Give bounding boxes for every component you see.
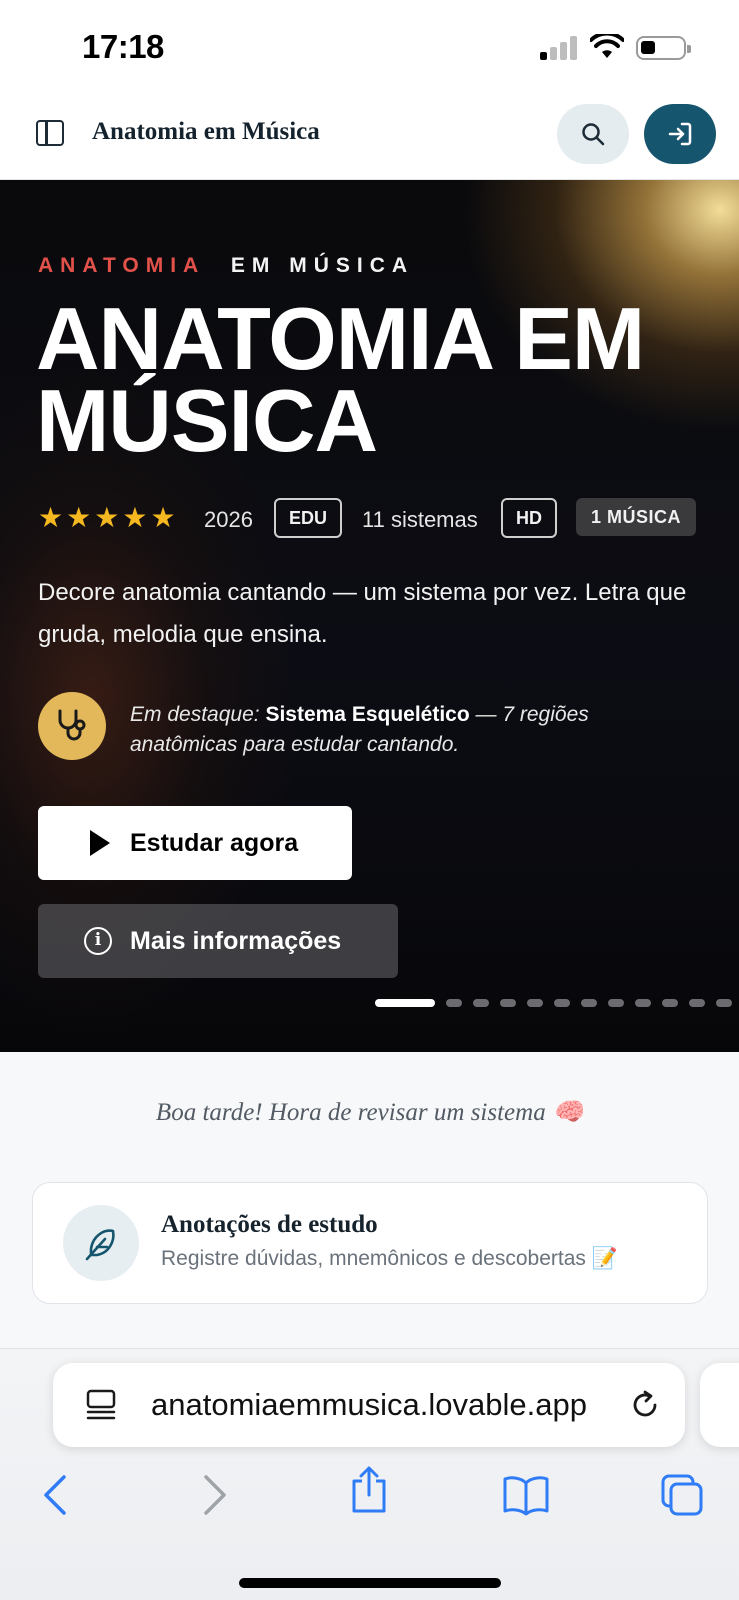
browser-chrome: anatomiaemmusica.lovable.app [0, 1348, 739, 1600]
study-now-button[interactable]: Estudar agora [38, 806, 352, 880]
page-menu-icon[interactable] [85, 1389, 117, 1421]
carousel-dot[interactable] [527, 999, 543, 1007]
eyebrow-highlight: ANATOMIA [38, 254, 206, 277]
stethoscope-icon [38, 692, 106, 760]
share-icon[interactable] [348, 1465, 390, 1515]
music-count-badge: 1 MÚSICA [576, 498, 696, 536]
status-time: 17:18 [82, 28, 164, 65]
wifi-icon [590, 34, 624, 58]
info-icon: i [84, 927, 112, 955]
carousel-dot[interactable] [473, 999, 489, 1007]
feather-icon [63, 1205, 139, 1281]
study-notes-card[interactable]: Anotações de estudo Registre dúvidas, mn… [32, 1182, 708, 1304]
status-bar: 17:18 [0, 0, 739, 96]
study-now-label: Estudar agora [130, 829, 299, 857]
play-icon [90, 830, 110, 856]
forward-icon[interactable] [198, 1473, 230, 1517]
address-bar[interactable]: anatomiaemmusica.lovable.app [53, 1363, 685, 1447]
bookmarks-icon[interactable] [502, 1473, 550, 1517]
main-content: Boa tarde! Hora de revisar um sistema 🧠 … [0, 1052, 739, 1348]
star-icon: ★ [150, 502, 176, 533]
hd-badge: HD [501, 498, 557, 538]
featured-name: Sistema Esquelético [265, 703, 470, 726]
systems-count: 11 sistemas [362, 507, 478, 532]
star-icon: ★ [122, 502, 148, 533]
notes-card-subtitle: Registre dúvidas, mnemônicos e descobert… [161, 1247, 618, 1270]
hero-banner: ANATOMIA EM MÚSICA ANATOMIA EM MÚSICA ★ ★… [0, 180, 739, 1052]
carousel-dot[interactable] [375, 999, 435, 1007]
carousel-dot[interactable] [554, 999, 570, 1007]
edu-badge: EDU [274, 498, 342, 538]
rating-stars: ★ ★ ★ ★ ★ [38, 504, 179, 532]
more-info-label: Mais informações [130, 927, 342, 955]
battery-icon [636, 36, 691, 60]
next-tab-preview[interactable] [700, 1363, 739, 1447]
reload-icon[interactable] [629, 1389, 661, 1421]
app-header: Anatomia em Música [0, 96, 739, 180]
hero-title: ANATOMIA EM MÚSICA [36, 289, 645, 470]
home-indicator [239, 1578, 501, 1588]
more-info-button[interactable]: i Mais informações [38, 904, 398, 978]
app-title: Anatomia em Música [92, 118, 320, 145]
star-icon: ★ [66, 502, 92, 533]
greeting-text: Boa tarde! Hora de revisar um sistema 🧠 [155, 1099, 584, 1126]
tabs-icon[interactable] [660, 1473, 704, 1517]
url-text[interactable]: anatomiaemmusica.lovable.app [151, 1387, 661, 1423]
featured-text: Em destaque: Sistema Esquelético — 7 reg… [130, 700, 690, 760]
login-icon [668, 122, 692, 146]
carousel-dot[interactable] [689, 999, 705, 1007]
search-icon [582, 123, 605, 146]
eyebrow-text: EM MÚSICA [230, 254, 415, 277]
carousel-dot[interactable] [635, 999, 651, 1007]
featured-prefix: Em destaque: [130, 703, 260, 726]
cellular-signal-icon [540, 36, 578, 60]
featured-system: Em destaque: Sistema Esquelético — 7 reg… [38, 692, 698, 762]
carousel-dot[interactable] [662, 999, 678, 1007]
carousel-dot[interactable] [500, 999, 516, 1007]
hero-eyebrow: ANATOMIA EM MÚSICA [38, 254, 414, 278]
carousel-dot[interactable] [716, 999, 732, 1007]
carousel-dot[interactable] [608, 999, 624, 1007]
sidebar-toggle-icon[interactable] [36, 120, 64, 146]
carousel-dot[interactable] [581, 999, 597, 1007]
login-button[interactable] [644, 104, 716, 164]
notes-card-title: Anotações de estudo [161, 1211, 378, 1238]
back-icon[interactable] [40, 1473, 72, 1517]
hero-description: Decore anatomia cantando — um sistema po… [38, 579, 687, 648]
search-button[interactable] [557, 104, 629, 164]
hero-meta: ★ ★ ★ ★ ★ 2026 EDU 11 sistemas HD 1 MÚSICA [38, 498, 738, 540]
year-label: 2026 [204, 507, 253, 532]
carousel-dot[interactable] [446, 999, 462, 1007]
star-icon: ★ [94, 502, 120, 533]
star-icon: ★ [38, 502, 64, 533]
